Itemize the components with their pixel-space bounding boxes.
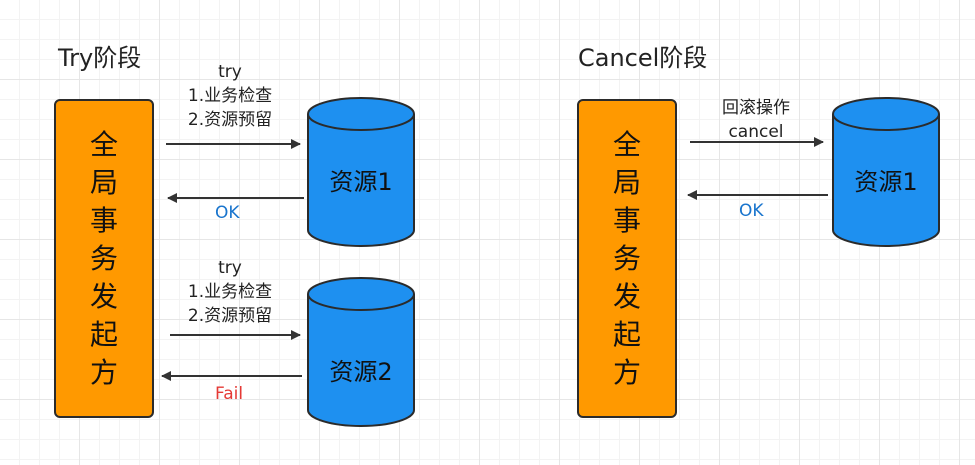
request-line: 回滚操作 bbox=[722, 98, 790, 118]
cancel-reply-label: OK bbox=[739, 201, 764, 221]
try-request-label-1: try 1.业务检查 2.资源预留 bbox=[168, 60, 292, 132]
request-line: 1.业务检查 bbox=[187, 86, 273, 106]
request-line: 2.资源预留 bbox=[187, 306, 273, 326]
request-line: 2.资源预留 bbox=[187, 110, 273, 130]
diagram-canvas: Try阶段 Cancel阶段 全 局 事 务 发 起 方 全 局 事 务 发 起… bbox=[0, 0, 975, 465]
arrows-layer bbox=[161, 137, 828, 381]
request-line: cancel bbox=[728, 122, 784, 142]
request-line: try bbox=[218, 258, 242, 278]
request-line: 1.业务检查 bbox=[187, 282, 273, 302]
try-reply-label-1: OK bbox=[215, 203, 240, 223]
try-request-label-2: try 1.业务检查 2.资源预留 bbox=[168, 256, 292, 328]
cancel-request-label: 回滚操作 cancel bbox=[696, 96, 816, 144]
try-reply-label-2: Fail bbox=[215, 384, 244, 404]
request-line: try bbox=[218, 62, 242, 82]
